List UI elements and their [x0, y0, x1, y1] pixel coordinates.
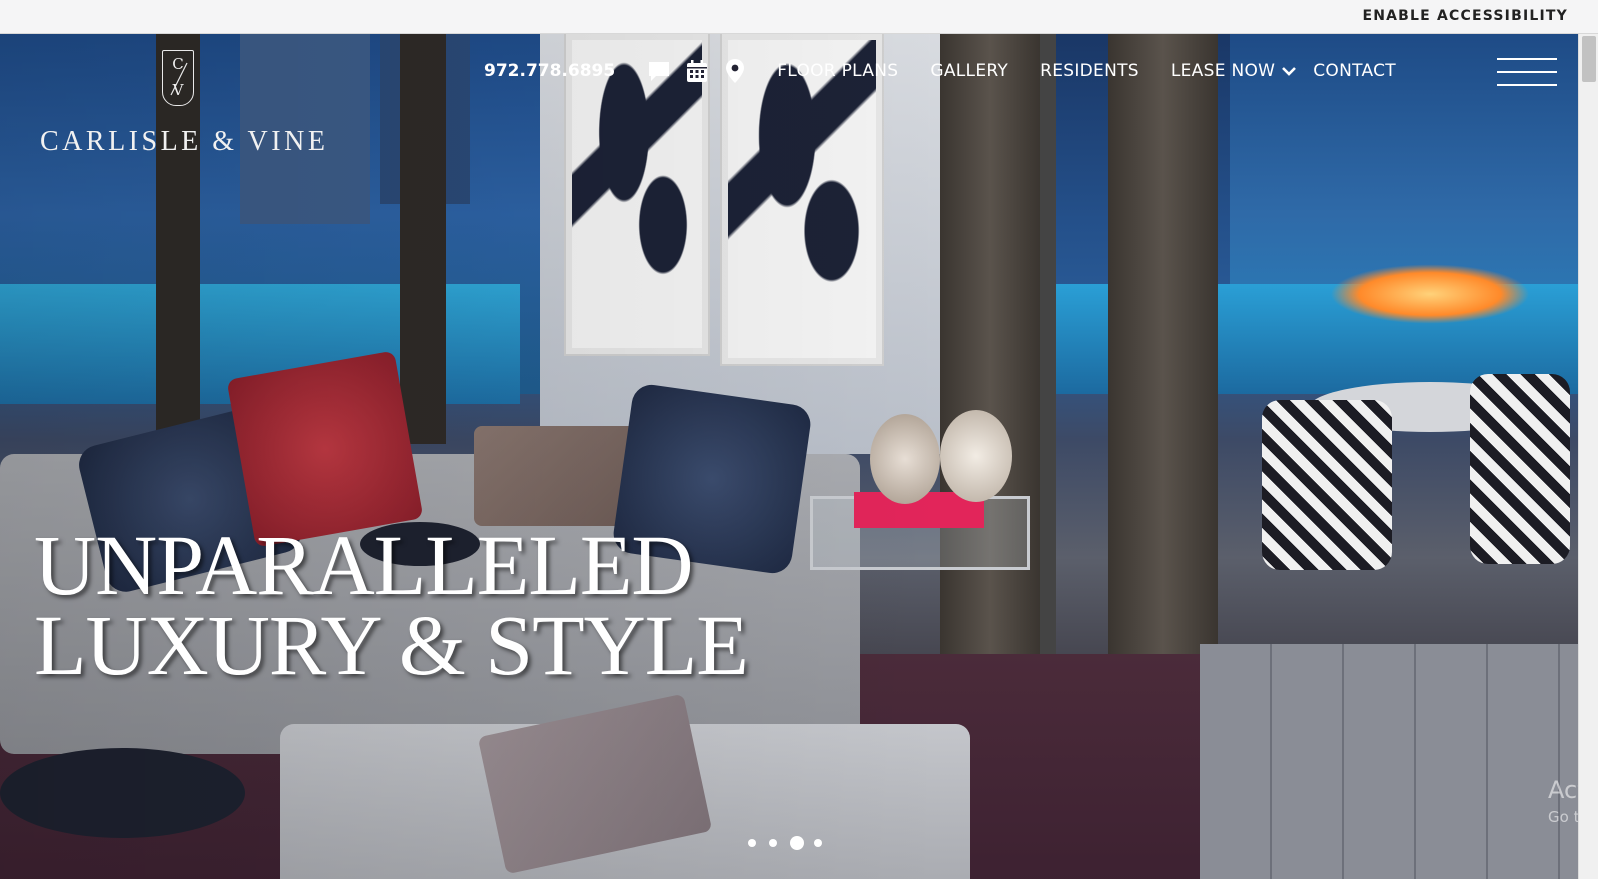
nav-links: FLOOR PLANS GALLERY RESIDENTS LEASE NOW … [777, 61, 1428, 81]
nav-gallery[interactable]: GALLERY [930, 61, 1008, 81]
hero-overlay [0, 34, 1578, 879]
phone-link[interactable]: 972.778.6895 [484, 61, 615, 81]
brand-logo[interactable]: C V CARLISLE & VINE [40, 50, 325, 160]
calendar-icon[interactable] [685, 59, 709, 83]
nav-lease-now[interactable]: LEASE NOW [1171, 61, 1275, 81]
menu-hamburger-icon[interactable] [1497, 58, 1557, 88]
chevron-down-icon[interactable] [1281, 64, 1297, 78]
monogram-bottom-letter: V [172, 81, 184, 99]
headline-line-2: LUXURY & STYLE [34, 597, 749, 693]
scrollbar-thumb[interactable] [1582, 36, 1596, 82]
page-scrollbar[interactable] [1578, 34, 1598, 879]
nav-floor-plans[interactable]: FLOOR PLANS [777, 61, 898, 81]
slide-dot-1[interactable] [748, 839, 756, 847]
logo-monogram: C V [162, 50, 194, 106]
main-navigation: 972.778.6895 FLOOR PLANS GALLERY RESIDEN… [484, 56, 1428, 86]
slide-dot-4[interactable] [814, 839, 822, 847]
brand-name: CARLISLE & VINE [40, 126, 329, 157]
headline-line-1: UNPARALLELED [34, 517, 694, 613]
nav-contact[interactable]: CONTACT [1313, 61, 1396, 81]
chat-icon[interactable] [647, 59, 671, 83]
slide-dot-2[interactable] [769, 839, 777, 847]
hero-slider [0, 34, 1578, 879]
slide-dot-3-active[interactable] [790, 836, 804, 850]
hero-headline: UNPARALLELED LUXURY & STYLE [34, 517, 794, 693]
map-pin-icon[interactable] [723, 59, 747, 83]
accessibility-bar: ENABLE ACCESSIBILITY [0, 0, 1598, 34]
slider-pagination [748, 836, 835, 850]
nav-residents[interactable]: RESIDENTS [1040, 61, 1139, 81]
enable-accessibility-link[interactable]: ENABLE ACCESSIBILITY [1362, 8, 1568, 24]
